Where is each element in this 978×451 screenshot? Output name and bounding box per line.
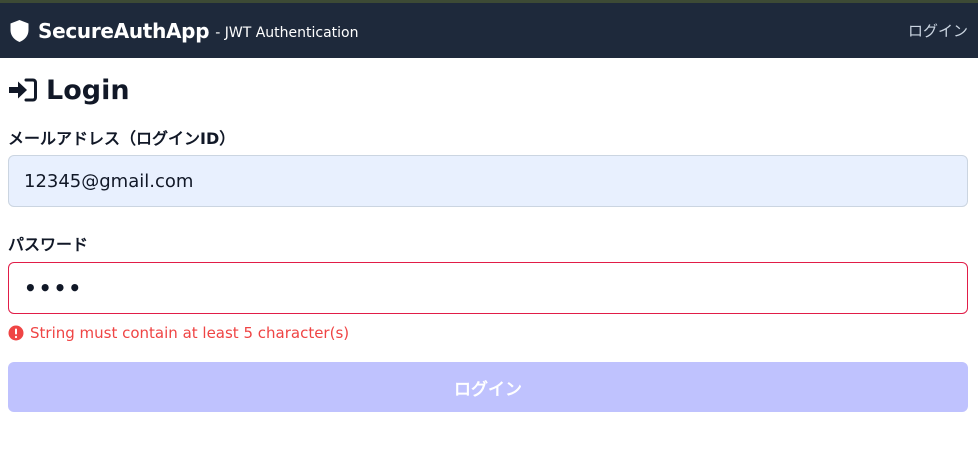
login-page: Login メールアドレス（ログインID） パスワード String must … bbox=[0, 74, 978, 412]
alert-circle-icon bbox=[8, 325, 24, 341]
email-label: メールアドレス（ログインID） bbox=[8, 129, 236, 148]
password-error: String must contain at least 5 character… bbox=[8, 323, 968, 343]
page-title: Login bbox=[8, 74, 968, 106]
brand-name: SecureAuthApp bbox=[38, 18, 210, 43]
password-field[interactable] bbox=[8, 262, 968, 314]
password-error-text: String must contain at least 5 character… bbox=[30, 324, 350, 342]
nav-login-link[interactable]: ログイン bbox=[908, 20, 968, 41]
page-title-text: Login bbox=[46, 74, 130, 106]
login-button[interactable]: ログイン bbox=[8, 362, 968, 412]
email-field[interactable] bbox=[8, 155, 968, 207]
brand[interactable]: SecureAuthApp - JWT Authentication bbox=[9, 19, 358, 43]
sign-in-icon bbox=[8, 77, 38, 103]
shield-icon bbox=[9, 19, 30, 43]
password-label: パスワード bbox=[8, 235, 89, 254]
navbar: SecureAuthApp - JWT Authentication ログイン bbox=[0, 3, 978, 58]
brand-subtitle: - JWT Authentication bbox=[215, 24, 359, 41]
